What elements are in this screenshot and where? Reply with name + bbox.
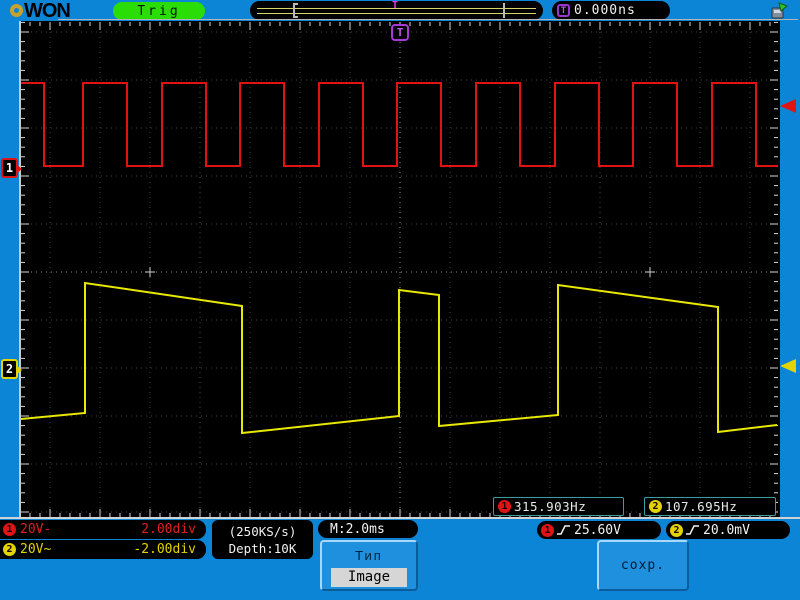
ch2-info-box: 2 20V~ -2.00div (0, 540, 206, 559)
waveform-display: T 1 315.903Hz 2 107.695Hz (19, 21, 780, 518)
rising-edge-icon (557, 524, 570, 536)
ch2-position-marker: 2 (1, 359, 18, 379)
ch2-badge: 2 (649, 500, 662, 513)
ch1-badge: 1 (541, 524, 554, 537)
trigger-time-value: 0.000ns (574, 3, 636, 18)
waveform-grid-svg (21, 21, 778, 518)
ch1-trigger-level-readout: 1 25.60V (537, 521, 661, 539)
ch2-badge: 2 (3, 543, 16, 556)
ch1-frequency-value: 315.903Hz (514, 499, 586, 514)
acquisition-info-box: (250KS/s) Depth:10K (212, 520, 313, 559)
logo-o-ring-icon (10, 4, 23, 17)
ch1-position-value: 2.00div (141, 522, 196, 537)
record-window-right-mark (503, 3, 505, 18)
ch1-trigger-level-value: 25.60V (574, 523, 621, 538)
ch1-trigger-level-arrow (780, 99, 796, 113)
record-trigger-marker-icon: T (390, 1, 400, 11)
ch2-scale-coupling: 20V~ (20, 542, 51, 557)
type-menu-button[interactable]: Тип Image (320, 540, 418, 591)
save-button-label: сохр. (621, 558, 665, 573)
ch2-frequency-readout: 2 107.695Hz (644, 497, 776, 516)
timebase-readout: M:2.0ms (318, 520, 418, 538)
ch2-trigger-level-readout: 2 20.0mV (666, 521, 790, 539)
trigger-position-badge: T (391, 24, 409, 41)
header-divider-line (58, 19, 798, 20)
timebase-value: M:2.0ms (330, 522, 385, 537)
rising-edge-icon (686, 524, 699, 536)
trigger-time-readout: T 0.000ns (552, 1, 670, 20)
owon-logo: WON (10, 0, 70, 21)
type-menu-label: Тип (322, 548, 416, 563)
trigger-status-label: Trig (137, 4, 180, 19)
ch2-badge: 2 (670, 524, 683, 537)
ch1-trace (21, 83, 778, 166)
ch1-frequency-readout: 1 315.903Hz (493, 497, 624, 516)
ch2-position-value: -2.00div (133, 542, 196, 557)
trigger-t-icon: T (557, 4, 570, 17)
logo-text: WON (24, 1, 70, 21)
record-window-left-bracket (293, 3, 295, 18)
ch1-info-box: 1 20V- 2.00div (0, 520, 206, 539)
ch2-trace (21, 283, 777, 433)
ch1-position-marker: 1 (1, 158, 18, 178)
ch1-badge: 1 (3, 523, 16, 536)
save-button[interactable]: сохр. (597, 540, 689, 591)
ch1-badge: 1 (498, 500, 511, 513)
save-media-icon (771, 2, 789, 19)
oscilloscope-screen: WON Trig T T 0.000ns T 1 315.903Hz 2 107… (0, 0, 800, 600)
record-position-bar: T (250, 1, 543, 20)
ch2-frequency-value: 107.695Hz (665, 499, 737, 514)
ch2-trigger-level-arrow (780, 359, 796, 373)
record-depth: Depth:10K (229, 540, 297, 557)
trigger-status-badge: Trig (113, 2, 205, 20)
ch1-scale-coupling: 20V- (20, 522, 51, 537)
display-bottom-divider (0, 517, 800, 519)
sample-rate: (250KS/s) (229, 523, 297, 540)
type-menu-selected-value[interactable]: Image (331, 568, 407, 587)
ch2-trigger-level-value: 20.0mV (703, 523, 750, 538)
